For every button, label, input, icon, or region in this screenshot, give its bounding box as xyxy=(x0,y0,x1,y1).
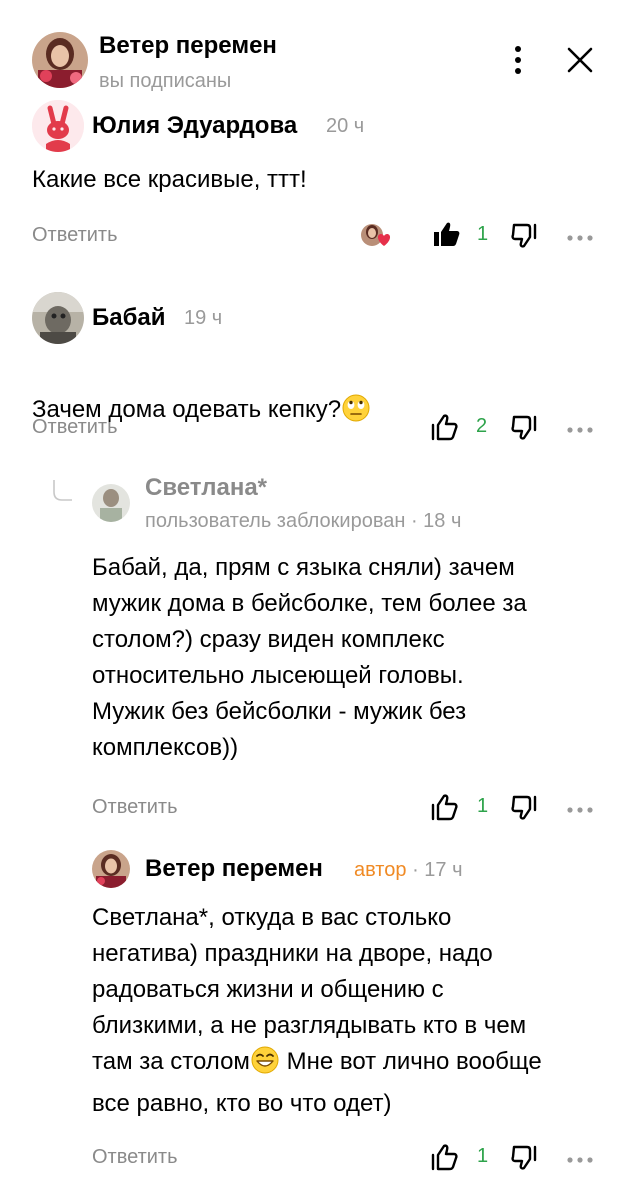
like-count: 2 xyxy=(476,415,488,437)
comment-author[interactable]: Юлия Эдуардова xyxy=(92,112,297,140)
author-badge: автор xyxy=(354,859,407,881)
vertical-dots-icon[interactable] xyxy=(506,42,530,78)
dislike-icon[interactable] xyxy=(510,794,540,822)
reply-button[interactable]: Ответить xyxy=(92,796,178,819)
more-icon[interactable] xyxy=(566,422,594,433)
comment-text-part: Мне вот лично вообще xyxy=(279,1048,542,1075)
grin-emoji xyxy=(250,1045,280,1086)
close-icon[interactable] xyxy=(566,46,594,74)
comment-author[interactable]: Светлана* xyxy=(145,474,267,502)
like-icon[interactable] xyxy=(430,1142,460,1172)
dislike-icon[interactable] xyxy=(510,1144,540,1172)
more-icon[interactable] xyxy=(566,1152,594,1163)
comment-meta: автор · 17 ч xyxy=(354,859,463,882)
comment-text: Светлана*, откуда в вас столько негатива… xyxy=(92,900,542,1122)
like-count: 1 xyxy=(477,223,489,245)
comment-text-line: Светлана*, откуда в вас столько xyxy=(92,904,452,931)
reply-thread-connector xyxy=(52,480,74,504)
reply-button[interactable]: Ответить xyxy=(92,1146,178,1169)
avatar[interactable] xyxy=(92,484,130,522)
subscription-status: вы подписаны xyxy=(99,70,232,92)
reply-button[interactable]: Ответить xyxy=(32,224,118,247)
comment-text: Бабай, да, прям с языка сняли) зачем муж… xyxy=(92,554,527,761)
comment-text-line: все равно, кто во что одет) xyxy=(92,1090,392,1117)
like-icon[interactable] xyxy=(432,220,460,248)
like-icon[interactable] xyxy=(430,792,460,822)
comment-text-line: негатива) праздники на дворе, надо xyxy=(92,940,493,967)
reply-button[interactable]: Ответить xyxy=(32,416,118,439)
more-icon[interactable] xyxy=(566,802,594,813)
comment-text-part: там за столом xyxy=(92,1048,250,1075)
reactor-avatar[interactable] xyxy=(360,222,392,248)
channel-name[interactable]: Ветер перемен xyxy=(99,32,277,60)
comment-time: · 17 ч xyxy=(412,859,463,881)
comment-text-line: радоваться жизни и общению с xyxy=(92,976,444,1003)
avatar[interactable] xyxy=(92,850,130,888)
comment-text: Какие все красивые, ттт! xyxy=(32,166,307,193)
more-icon[interactable] xyxy=(566,230,594,241)
comment-time: 19 ч xyxy=(184,307,223,329)
channel-avatar[interactable] xyxy=(32,32,88,88)
dislike-icon[interactable] xyxy=(510,414,540,442)
eye-roll-emoji xyxy=(341,393,371,434)
dislike-icon[interactable] xyxy=(510,222,540,250)
comment-text-line: близкими, а не разглядывать кто в чем xyxy=(92,1012,527,1039)
comment-time: 20 ч xyxy=(326,115,365,137)
like-count: 1 xyxy=(477,795,489,817)
comment-author[interactable]: Бабай xyxy=(92,304,166,332)
comment-meta: пользователь заблокирован · 18 ч xyxy=(145,510,462,532)
like-icon[interactable] xyxy=(430,412,460,442)
like-count: 1 xyxy=(477,1145,489,1167)
comment-author[interactable]: Ветер перемен xyxy=(145,855,323,883)
avatar[interactable] xyxy=(32,100,84,152)
avatar[interactable] xyxy=(32,292,84,344)
comment-text-line: там за столом Мне вот лично вообще xyxy=(92,1044,542,1086)
